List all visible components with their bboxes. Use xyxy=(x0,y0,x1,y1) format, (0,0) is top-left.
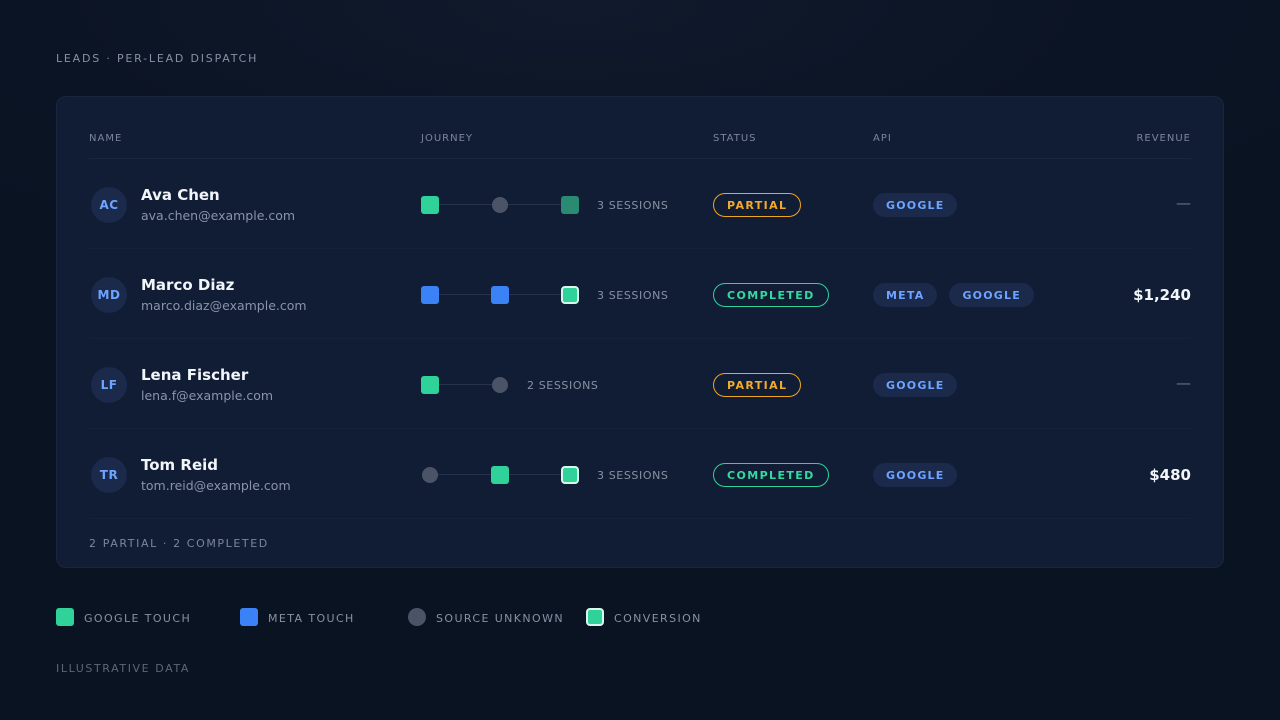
avatar: TR xyxy=(91,457,127,493)
column-header-status[interactable]: STATUS xyxy=(713,133,757,144)
journey-node-unknown[interactable] xyxy=(492,377,508,393)
journey-connector xyxy=(430,384,500,385)
column-header-name[interactable]: NAME xyxy=(89,133,122,144)
legend-swatch-unknown xyxy=(408,608,426,626)
lead-email: marco.diaz@example.com xyxy=(141,298,307,313)
session-count: 3 SESSIONS xyxy=(597,199,669,212)
api-tags: GOOGLE xyxy=(873,463,958,487)
legend-swatch-meta xyxy=(240,608,258,626)
status-badge: PARTIAL xyxy=(713,193,802,217)
legend-label: CONVERSION xyxy=(614,612,702,625)
revenue-value: — xyxy=(1176,194,1191,212)
revenue-value: — xyxy=(1176,374,1191,392)
avatar: MD xyxy=(91,277,127,313)
table-header: NAME JOURNEY STATUS API REVENUE xyxy=(89,131,1191,159)
legend-swatch-conversion xyxy=(586,608,604,626)
journey-node-meta[interactable] xyxy=(491,286,509,304)
api-tags: GOOGLE xyxy=(873,193,958,217)
column-header-api[interactable]: API xyxy=(873,133,892,144)
journey-node-unknown[interactable] xyxy=(492,197,508,213)
lead-name[interactable]: Lena Fischer xyxy=(141,366,248,384)
journey-node-unknown[interactable] xyxy=(422,467,438,483)
lead-email: ava.chen@example.com xyxy=(141,208,296,223)
revenue-value: $1,240 xyxy=(1133,286,1191,304)
journey-track: 3 SESSIONS xyxy=(421,466,701,484)
journey-node-google[interactable] xyxy=(491,466,509,484)
avatar: LF xyxy=(91,367,127,403)
footer-note: ILLUSTRATIVE DATA xyxy=(56,662,191,675)
journey-node-conversion[interactable] xyxy=(561,466,579,484)
legend-label: GOOGLE TOUCH xyxy=(84,612,192,625)
legend-label: META TOUCH xyxy=(268,612,355,625)
journey-node-conversion-pending[interactable] xyxy=(561,196,579,214)
table-row[interactable]: LF Lena Fischer lena.f@example.com 2 SESSIO… xyxy=(89,339,1191,429)
table-row[interactable]: AC Ava Chen ava.chen@example.com 3 SESSIONS… xyxy=(89,159,1191,249)
api-tags: GOOGLE xyxy=(873,373,958,397)
table-row[interactable]: MD Marco Diaz marco.diaz@example.com 3 SESS… xyxy=(89,249,1191,339)
status-badge: PARTIAL xyxy=(713,373,802,397)
column-header-journey[interactable]: JOURNEY xyxy=(421,133,473,144)
avatar: AC xyxy=(91,187,127,223)
journey-legend: GOOGLE TOUCH META TOUCH SOURCE UNKNOWN CONV… xyxy=(56,608,756,628)
session-count: 3 SESSIONS xyxy=(597,289,669,302)
lead-name[interactable]: Tom Reid xyxy=(141,456,218,474)
lead-email: tom.reid@example.com xyxy=(141,478,291,493)
table-row[interactable]: TR Tom Reid tom.reid@example.com 3 SESSIONS… xyxy=(89,429,1191,519)
journey-track: 3 SESSIONS xyxy=(421,196,701,214)
column-header-revenue[interactable]: REVENUE xyxy=(1136,133,1191,144)
api-tag-google: GOOGLE xyxy=(873,463,958,487)
revenue-value: $480 xyxy=(1149,466,1191,484)
lead-name[interactable]: Ava Chen xyxy=(141,186,220,204)
status-badge: COMPLETED xyxy=(713,463,829,487)
api-tags: META GOOGLE xyxy=(873,283,1034,307)
legend-label: SOURCE UNKNOWN xyxy=(436,612,564,625)
leads-table-card: NAME JOURNEY STATUS API REVENUE AC Ava Ch… xyxy=(56,96,1224,568)
journey-node-google[interactable] xyxy=(421,376,439,394)
journey-node-conversion[interactable] xyxy=(561,286,579,304)
api-tag-google: GOOGLE xyxy=(873,373,958,397)
journey-node-google[interactable] xyxy=(421,196,439,214)
lead-name[interactable]: Marco Diaz xyxy=(141,276,234,294)
journey-track: 2 SESSIONS xyxy=(421,376,701,394)
journey-node-meta[interactable] xyxy=(421,286,439,304)
status-badge: COMPLETED xyxy=(713,283,829,307)
journey-track: 3 SESSIONS xyxy=(421,286,701,304)
api-tag-meta: META xyxy=(873,283,938,307)
page-title: LEADS · PER-LEAD DISPATCH xyxy=(56,52,259,65)
api-tag-google: GOOGLE xyxy=(873,193,958,217)
lead-email: lena.f@example.com xyxy=(141,388,274,403)
table-summary: 2 PARTIAL · 2 COMPLETED xyxy=(89,537,269,550)
session-count: 2 SESSIONS xyxy=(527,379,599,392)
legend-swatch-google xyxy=(56,608,74,626)
api-tag-google: GOOGLE xyxy=(949,283,1034,307)
session-count: 3 SESSIONS xyxy=(597,469,669,482)
